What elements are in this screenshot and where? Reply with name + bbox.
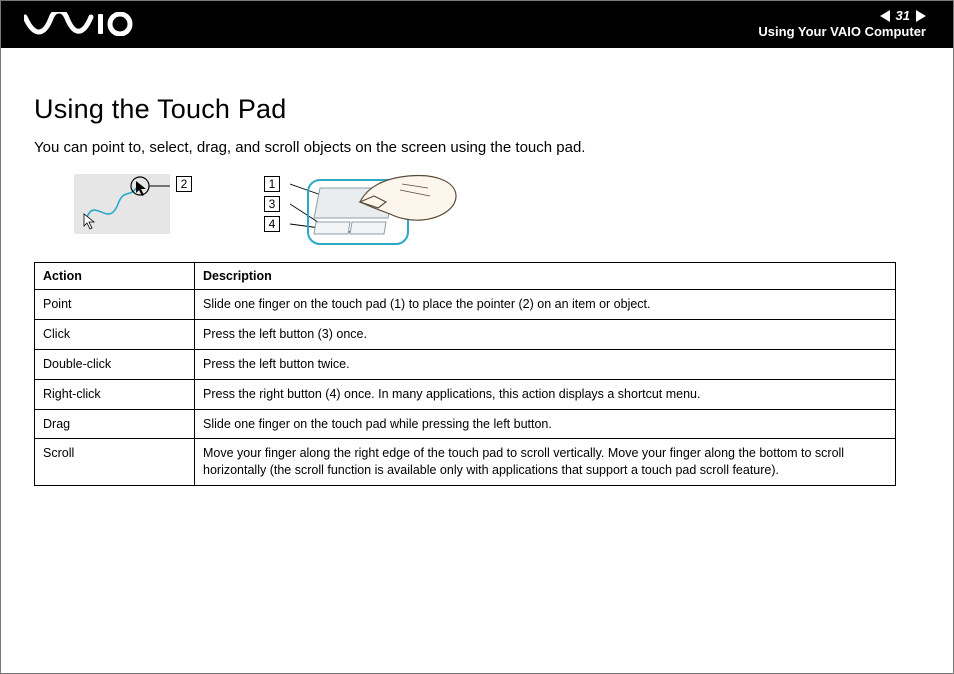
cell-desc: Press the left button twice. [195,349,896,379]
callout-1: 1 [264,176,280,192]
cell-desc: Slide one finger on the touch pad while … [195,409,896,439]
intro-text: You can point to, select, drag, and scro… [34,139,924,156]
header-right: 31 Using Your VAIO Computer [758,8,926,39]
content-area: Using the Touch Pad You can point to, se… [0,48,954,486]
table-row: Drag Slide one finger on the touch pad w… [35,409,896,439]
callout-4: 4 [264,216,280,232]
table-row: Click Press the left button (3) once. [35,319,896,349]
cell-desc: Press the left button (3) once. [195,319,896,349]
cell-action: Drag [35,409,195,439]
col-header-action: Action [35,263,195,290]
page-nav: 31 [758,8,926,24]
figure-row: 2 1 3 4 [74,174,924,248]
section-label: Using Your VAIO Computer [758,24,926,40]
cell-desc: Slide one finger on the touch pad (1) to… [195,290,896,320]
page-title: Using the Touch Pad [34,94,924,125]
cell-action: Right-click [35,379,195,409]
action-table: Action Description Point Slide one finge… [34,262,896,486]
col-header-description: Description [195,263,896,290]
cell-action: Point [35,290,195,320]
page-number: 31 [896,8,910,24]
cell-action: Click [35,319,195,349]
header-bar: 31 Using Your VAIO Computer [0,0,954,48]
cell-action: Scroll [35,439,195,486]
cell-desc: Move your finger along the right edge of… [195,439,896,486]
figure-touchpad [290,174,460,248]
prev-page-icon[interactable] [880,10,890,22]
callout-2: 2 [176,176,192,192]
vaio-logo [24,12,134,36]
cursor-icon [84,214,94,229]
table-row: Scroll Move your finger along the right … [35,439,896,486]
cell-desc: Press the right button (4) once. In many… [195,379,896,409]
cell-action: Double-click [35,349,195,379]
table-row: Right-click Press the right button (4) o… [35,379,896,409]
next-page-icon[interactable] [916,10,926,22]
table-row: Double-click Press the left button twice… [35,349,896,379]
figure-pointer-panel: 2 [74,174,204,234]
callout-3: 3 [264,196,280,212]
table-row: Point Slide one finger on the touch pad … [35,290,896,320]
callout-stack: 1 3 4 [264,176,280,232]
